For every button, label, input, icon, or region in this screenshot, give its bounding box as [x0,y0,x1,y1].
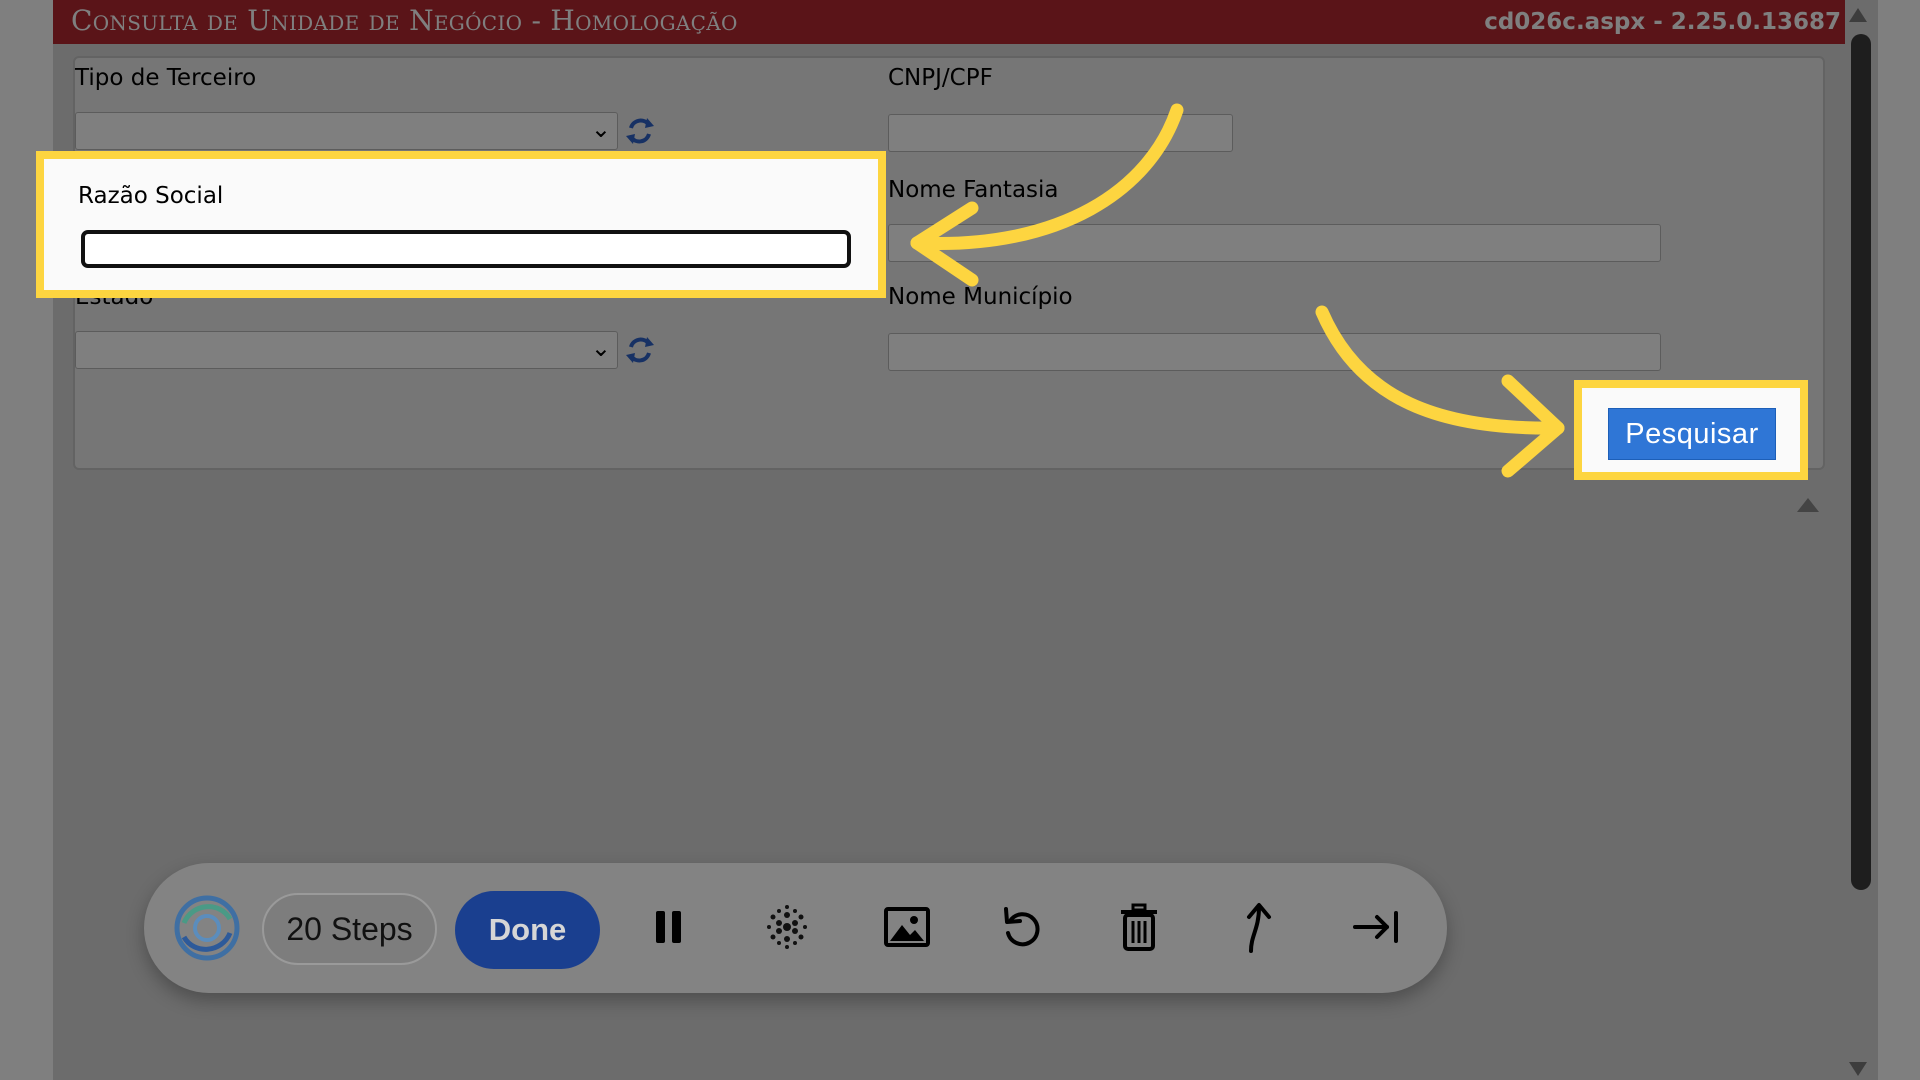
delete-icon[interactable] [1111,899,1167,955]
logo-icon [174,895,240,961]
steps-counter: 20 Steps [262,893,437,965]
undo-icon[interactable] [994,899,1050,955]
pause-icon[interactable] [641,899,697,955]
recorder-toolbar: 20 Steps Done [144,863,1447,993]
arrow-to-search-button [1315,305,1565,478]
arrow-to-razao-social [910,103,1184,287]
skip-icon[interactable] [1349,899,1405,955]
upload-icon[interactable] [1229,899,1285,955]
image-icon[interactable] [879,899,935,955]
done-button[interactable]: Done [455,891,600,969]
blur-icon[interactable] [759,899,815,955]
